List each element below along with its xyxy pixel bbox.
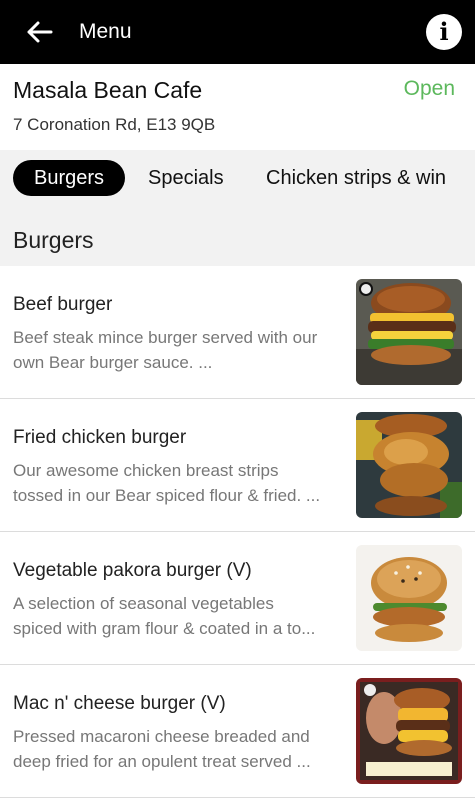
item-description-line: deep fried for an opulent treat served .… (13, 752, 311, 771)
item-name: Vegetable pakora burger (V) (13, 560, 252, 581)
fried-chicken-burger-photo (356, 412, 462, 518)
item-description: Our awesome chicken breast strips tossed… (13, 458, 343, 508)
beef-burger-photo (356, 279, 462, 385)
item-description-line: Beef steak mince burger served with our (13, 328, 318, 347)
vegetable-pakora-burger-photo (356, 545, 462, 651)
cafe-header: Masala Bean Cafe Open 7 Coronation Rd, E… (0, 64, 475, 150)
info-icon[interactable]: i (426, 14, 462, 50)
item-description-line: Our awesome chicken breast strips (13, 461, 279, 480)
item-description-line: tossed in our Bear spiced flour & fried.… (13, 486, 321, 505)
section-header: Burgers (0, 208, 475, 266)
top-app-bar: Menu i (0, 0, 475, 64)
open-status-badge: Open (403, 77, 455, 100)
cafe-name: Masala Bean Cafe (13, 77, 203, 103)
tab-specials[interactable]: Specials (148, 160, 224, 196)
item-description-line: A selection of seasonal vegetables (13, 594, 274, 613)
item-description-line: own Bear burger sauce. ... (13, 353, 213, 372)
item-name: Beef burger (13, 294, 113, 315)
back-arrow-icon[interactable] (24, 17, 54, 47)
item-name: Fried chicken burger (13, 427, 187, 448)
menu-item-fried-chicken-burger[interactable]: Fried chicken burger Our awesome chicken… (0, 399, 475, 532)
tab-burgers[interactable]: Burgers (13, 160, 126, 196)
category-tabs: Burgers Specials Chicken strips & win (0, 150, 475, 208)
tab-chicken-strips[interactable]: Chicken strips & win (266, 160, 446, 196)
item-description: A selection of seasonal vegetables spice… (13, 591, 343, 641)
item-description: Beef steak mince burger served with our … (13, 325, 343, 375)
menu-item-mac-n-cheese-burger[interactable]: Mac n' cheese burger (V) Pressed macaron… (0, 665, 475, 798)
item-description: Pressed macaroni cheese breaded and deep… (13, 724, 343, 774)
menu-item-list: Beef burger Beef steak mince burger serv… (0, 266, 475, 798)
menu-item-vegetable-pakora-burger[interactable]: Vegetable pakora burger (V) A selection … (0, 532, 475, 665)
mac-n-cheese-burger-photo (356, 678, 462, 784)
cafe-address: 7 Coronation Rd, E13 9QB (13, 115, 216, 134)
item-name: Mac n' cheese burger (V) (13, 693, 226, 714)
page-title: Menu (79, 20, 132, 43)
section-title: Burgers (13, 227, 94, 253)
item-description-line: Pressed macaroni cheese breaded and (13, 727, 310, 746)
item-description-line: spiced with gram flour & coated in a to.… (13, 619, 316, 638)
info-glyph: i (439, 17, 449, 46)
menu-item-beef-burger[interactable]: Beef burger Beef steak mince burger serv… (0, 266, 475, 399)
